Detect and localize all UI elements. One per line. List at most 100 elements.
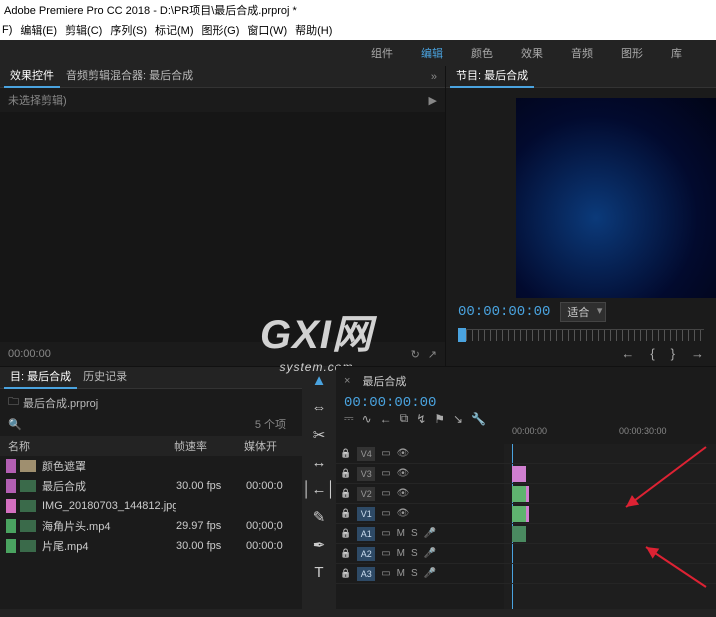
sync-lock-icon[interactable]: ▭ [381, 568, 390, 579]
bin-item[interactable]: 最后合成30.00 fps00:00:0 [0, 476, 302, 496]
workspace-assembly[interactable]: 组件 [371, 45, 393, 61]
playhead-handle[interactable] [458, 328, 466, 342]
search-icon[interactable]: 🔍 [8, 418, 22, 431]
razor-tool[interactable]: ↔ [312, 454, 327, 471]
mark-in-button[interactable]: ← [621, 346, 634, 364]
col-name[interactable]: 名称 [8, 438, 174, 454]
mark-out-button[interactable]: → [691, 346, 704, 364]
type-tool[interactable]: T [314, 564, 323, 581]
audio-track-header[interactable]: A2 ▭ MS 🎤 [336, 544, 504, 564]
audio-track-header[interactable]: A1▭MS🎤 [336, 524, 504, 544]
timeline-clip[interactable] [526, 486, 529, 502]
eye-icon[interactable]: 👁 [397, 448, 410, 459]
expand-icon[interactable]: ▶ [429, 94, 437, 107]
track-label[interactable]: V4 [357, 447, 375, 461]
sequence-tab[interactable]: 最后合成 [356, 371, 412, 391]
sync-lock-icon[interactable]: ▭ [381, 508, 390, 519]
lock-icon[interactable] [340, 528, 351, 539]
solo-button[interactable]: S [411, 548, 418, 559]
timeline-clip[interactable] [512, 526, 526, 542]
sync-lock-icon[interactable]: ▭ [381, 468, 390, 479]
toggle-snapping[interactable]: ← [380, 412, 392, 426]
bin-item[interactable]: 片尾.mp430.00 fps00:00:0 [0, 536, 302, 556]
tab-history[interactable]: 历史记录 [77, 367, 133, 389]
sync-lock-icon[interactable]: ▭ [381, 528, 390, 539]
track-lane[interactable] [504, 524, 716, 544]
tab-audio-clip-mixer[interactable]: 音频剪辑混合器: 最后合成 [60, 66, 199, 88]
menu-marker[interactable]: 标记(M) [155, 22, 194, 38]
col-framerate[interactable]: 帧速率 [174, 438, 244, 454]
workspace-graphics[interactable]: 图形 [621, 45, 643, 61]
track-select-tool[interactable]: ⇔ [312, 399, 327, 416]
menu-edit[interactable]: 编辑(E) [20, 22, 57, 38]
mute-button[interactable]: M [397, 548, 405, 559]
video-track-header[interactable]: V1 ▭ 👁 [336, 504, 504, 524]
toggle-1[interactable]: ⎓ [344, 411, 354, 426]
track-lanes[interactable] [504, 444, 716, 609]
mute-button[interactable]: M [397, 568, 405, 579]
eye-icon[interactable]: 👁 [397, 468, 410, 479]
voice-icon[interactable]: 🎤 [424, 548, 436, 559]
toggle-marker[interactable]: ⚑ [434, 412, 445, 426]
tab-effect-controls[interactable]: 效果控件 [4, 66, 60, 88]
workspace-libraries[interactable]: 库 [671, 45, 682, 61]
menu-window[interactable]: 窗口(W) [247, 22, 287, 38]
program-view[interactable] [446, 88, 716, 298]
loop-icon[interactable]: ↻ [411, 348, 420, 361]
track-lane[interactable] [504, 464, 716, 484]
workspace-editing[interactable]: 编辑 [421, 45, 443, 61]
zoom-fit-dropdown[interactable]: 适合 [560, 302, 606, 322]
ripple-edit-tool[interactable]: ✂ [313, 426, 326, 444]
track-label[interactable]: A2 [357, 547, 375, 561]
eye-icon[interactable]: 👁 [397, 508, 410, 519]
tab-project[interactable]: 目: 最后合成 [4, 367, 77, 389]
lock-icon[interactable] [340, 508, 351, 519]
timeline-ruler[interactable]: 00:00:0000:00:30:0000:01:00:0000:01:30:0… [504, 426, 716, 444]
video-track-header[interactable]: V2▭👁 [336, 484, 504, 504]
lock-icon[interactable] [340, 568, 351, 579]
bin-item[interactable]: 颜色遮罩 [0, 456, 302, 476]
toggle-2[interactable]: ∿ [362, 412, 372, 426]
track-label[interactable]: A1 [357, 527, 375, 541]
track-label[interactable]: V1 [357, 507, 375, 521]
sync-lock-icon[interactable]: ▭ [381, 488, 390, 499]
track-lane[interactable] [504, 504, 716, 524]
menu-clip[interactable]: 剪辑(C) [65, 22, 102, 38]
timeline-clip[interactable] [512, 466, 526, 482]
menu-file[interactable]: F) [2, 24, 12, 36]
workspace-effects[interactable]: 效果 [521, 45, 543, 61]
program-ruler[interactable] [466, 329, 704, 341]
lock-icon[interactable] [340, 448, 351, 459]
workspace-audio[interactable]: 音频 [571, 45, 593, 61]
hand-tool[interactable]: ✒ [313, 536, 326, 554]
program-timecode[interactable]: 00:00:00:00 [458, 304, 550, 320]
bin-item[interactable]: IMG_20180703_144812.jpg [0, 496, 302, 516]
toggle-linked[interactable]: ⧉ [400, 411, 409, 426]
lock-icon[interactable] [340, 548, 351, 559]
toggle-5[interactable]: ↯ [416, 412, 426, 426]
menu-graphics[interactable]: 图形(G) [202, 22, 240, 38]
mute-button[interactable]: M [397, 528, 405, 539]
track-lane[interactable] [504, 444, 716, 464]
toggle-settings[interactable]: 🔧 [471, 412, 486, 426]
bin-item[interactable]: 海角片头.mp429.97 fps00;00;0 [0, 516, 302, 536]
video-track-header[interactable]: V3▭👁 [336, 464, 504, 484]
pen-tool[interactable]: ✎ [313, 508, 326, 526]
timeline-clip[interactable] [526, 506, 529, 522]
audio-track-header[interactable]: A3▭MS🎤 [336, 564, 504, 584]
track-lane[interactable] [504, 484, 716, 504]
tab-program[interactable]: 节目: 最后合成 [450, 66, 534, 88]
timeline-clip[interactable] [512, 486, 526, 502]
selection-tool[interactable]: ▲ [312, 372, 327, 389]
workspace-color[interactable]: 颜色 [471, 45, 493, 61]
voice-icon[interactable]: 🎤 [424, 528, 436, 539]
lock-icon[interactable] [340, 488, 351, 499]
close-seq-icon[interactable]: × [344, 375, 350, 387]
track-label[interactable]: A3 [357, 567, 375, 581]
brace-out-button[interactable]: } [671, 346, 675, 364]
track-label[interactable]: V2 [357, 487, 375, 501]
sync-lock-icon[interactable]: ▭ [381, 548, 390, 559]
menu-sequence[interactable]: 序列(S) [110, 22, 147, 38]
track-lane[interactable] [504, 544, 716, 564]
toggle-7[interactable]: ↘ [453, 412, 463, 426]
